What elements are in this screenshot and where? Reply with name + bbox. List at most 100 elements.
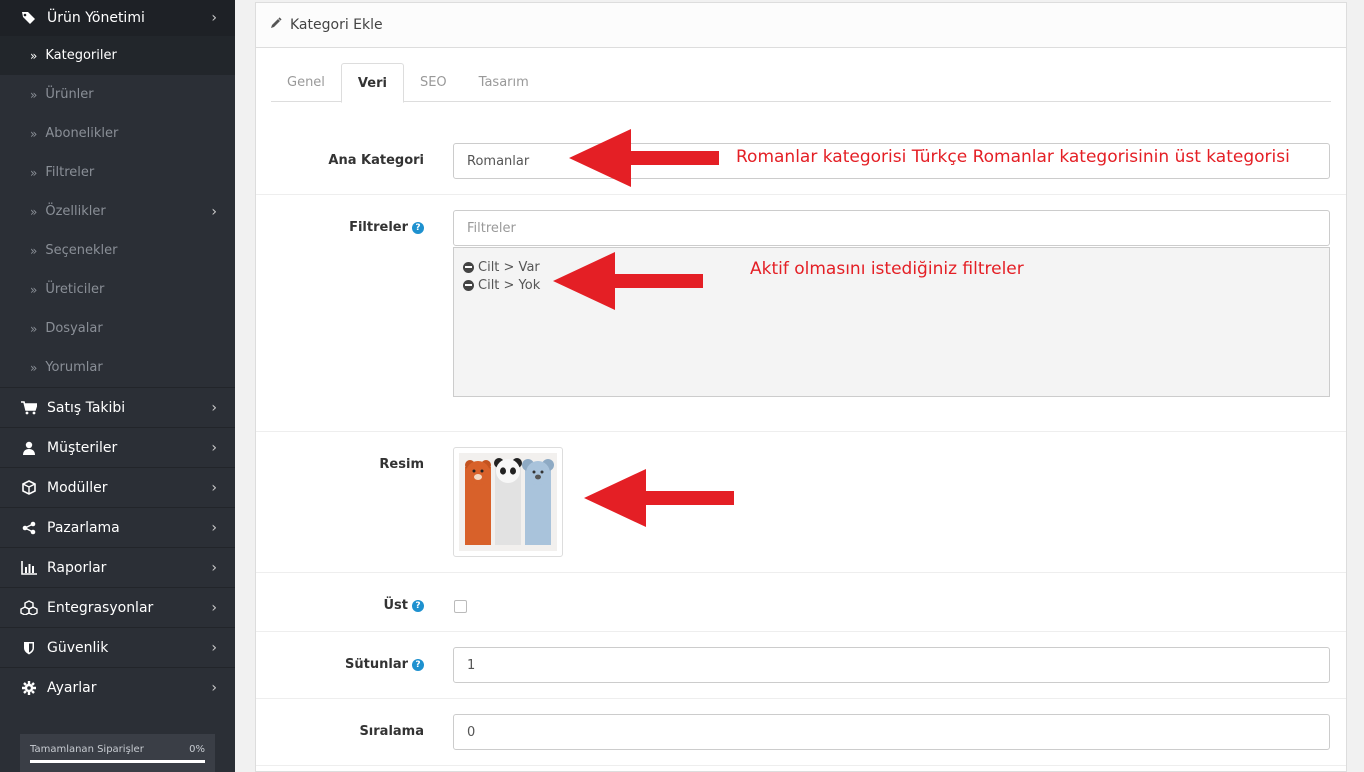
sidebar-item-raporlar[interactable]: Raporlar › xyxy=(0,547,235,587)
sidebar-subitem-filtreler[interactable]: » Filtreler xyxy=(0,153,235,192)
category-image-thumbnail[interactable] xyxy=(453,447,563,557)
double-chevron-icon: » xyxy=(30,126,38,141)
gear-icon xyxy=(20,680,38,696)
cubes-icon xyxy=(20,600,38,616)
divider xyxy=(256,698,1346,699)
chevron-right-icon: › xyxy=(211,203,217,220)
image-label: Resim xyxy=(379,457,424,472)
sidebar-subitem-urunler[interactable]: » Ürünler xyxy=(0,75,235,114)
progress-label: Tamamlanan Siparişler xyxy=(30,744,144,755)
bookmark-animals-image xyxy=(459,453,557,551)
sidebar-subitem-label: Abonelikler xyxy=(45,126,119,141)
double-chevron-icon: » xyxy=(30,204,38,219)
chevron-right-icon: › xyxy=(211,519,217,536)
sidebar-item-label: Ürün Yönetimi xyxy=(47,10,145,26)
sidebar-item-label: Satış Takibi xyxy=(47,399,126,416)
double-chevron-icon: » xyxy=(30,165,38,180)
sidebar-item-pazarlama[interactable]: Pazarlama › xyxy=(0,507,235,547)
divider xyxy=(256,572,1346,573)
sidebar-item-ayarlar[interactable]: Ayarlar › xyxy=(0,667,235,707)
sidebar-subitem-label: Seçenekler xyxy=(45,243,118,258)
pencil-icon xyxy=(270,17,282,33)
chevron-right-icon: › xyxy=(211,559,217,576)
double-chevron-icon: » xyxy=(30,321,38,336)
top-label: Üst? xyxy=(383,598,424,613)
sidebar-item-label: Müşteriler xyxy=(47,439,118,456)
sidebar-subitem-secenekler[interactable]: » Seçenekler xyxy=(0,231,235,270)
sidebar-item-label: Pazarlama xyxy=(47,519,120,536)
divider xyxy=(256,631,1346,632)
chevron-right-icon: › xyxy=(211,599,217,616)
sidebar-subitem-label: Özellikler xyxy=(45,204,106,219)
annotation-arrow xyxy=(584,469,734,527)
sidebar-subitem-label: Üreticiler xyxy=(45,282,105,297)
help-icon[interactable]: ? xyxy=(412,221,424,234)
sidebar-subitem-ureticiler[interactable]: » Üreticiler xyxy=(0,270,235,309)
cube-icon xyxy=(20,480,38,496)
share-icon xyxy=(20,520,38,536)
sidebar-item-label: Raporlar xyxy=(47,559,107,576)
completed-orders-progress: Tamamlanan Siparişler 0% xyxy=(20,734,215,772)
divider xyxy=(256,765,1346,766)
chevron-right-icon: › xyxy=(211,479,217,496)
chevron-right-icon: › xyxy=(211,439,217,456)
panel-title: Kategori Ekle xyxy=(290,17,383,33)
sidebar-item-label: Ayarlar xyxy=(47,679,97,696)
sort-order-input[interactable] xyxy=(453,714,1330,750)
sidebar-item-satis-takibi[interactable]: Satış Takibi › xyxy=(0,387,235,427)
sidebar-item-moduller[interactable]: Modüller › xyxy=(0,467,235,507)
sidebar-subitem-label: Yorumlar xyxy=(45,360,103,375)
category-form-panel: Kategori Ekle Genel Veri SEO Tasarım Ana… xyxy=(255,2,1347,772)
sidebar-item-label: Entegrasyonlar xyxy=(47,599,154,616)
sidebar-subitem-ozellikler[interactable]: » Özellikler › xyxy=(0,192,235,231)
columns-label: Sütunlar? xyxy=(345,657,424,672)
tab-veri[interactable]: Veri xyxy=(340,63,404,103)
double-chevron-icon: » xyxy=(30,282,38,297)
sidebar-subitem-label: Filtreler xyxy=(45,165,95,180)
tab-tasarim[interactable]: Tasarım xyxy=(463,63,545,102)
filters-input[interactable] xyxy=(453,210,1330,246)
divider xyxy=(256,431,1346,432)
panel-heading: Kategori Ekle xyxy=(256,3,1346,48)
annotation-filters-note: Aktif olmasını istediğiniz filtreler xyxy=(750,259,1024,279)
double-chevron-icon: » xyxy=(30,87,38,102)
sidebar: Ürün Yönetimi › » Kategoriler » Ürünler … xyxy=(0,0,235,772)
form-tabs: Genel Veri SEO Tasarım xyxy=(271,63,1331,103)
double-chevron-icon: » xyxy=(30,360,38,375)
sidebar-subitem-dosyalar[interactable]: » Dosyalar xyxy=(0,309,235,348)
tags-icon xyxy=(20,10,38,26)
chevron-right-icon: › xyxy=(211,10,217,26)
chevron-right-icon: › xyxy=(211,399,217,416)
chevron-right-icon: › xyxy=(211,679,217,696)
sidebar-item-entegrasyonlar[interactable]: Entegrasyonlar › xyxy=(0,587,235,627)
annotation-arrow xyxy=(569,129,719,187)
chevron-right-icon: › xyxy=(211,639,217,656)
sidebar-item-urun-yonetimi[interactable]: Ürün Yönetimi › xyxy=(0,0,235,36)
double-chevron-icon: » xyxy=(30,48,38,63)
sidebar-subitem-yorumlar[interactable]: » Yorumlar xyxy=(0,348,235,387)
sidebar-subitem-label: Ürünler xyxy=(45,87,94,102)
progress-bar xyxy=(30,760,205,763)
cart-icon xyxy=(20,400,38,416)
parent-category-label: Ana Kategori xyxy=(328,153,424,168)
sidebar-item-label: Güvenlik xyxy=(47,639,109,656)
bar-chart-icon xyxy=(20,560,38,576)
annotation-parent-note: Romanlar kategorisi Türkçe Romanlar kate… xyxy=(736,147,1290,167)
progress-value: 0% xyxy=(189,744,205,755)
sidebar-item-label: Modüller xyxy=(47,479,108,496)
sidebar-subitem-abonelikler[interactable]: » Abonelikler xyxy=(0,114,235,153)
columns-input[interactable] xyxy=(453,647,1330,683)
top-checkbox[interactable] xyxy=(454,600,467,613)
sidebar-subitem-label: Kategoriler xyxy=(45,48,117,63)
sidebar-subitem-kategoriler[interactable]: » Kategoriler xyxy=(0,36,235,75)
tab-seo[interactable]: SEO xyxy=(404,63,463,102)
help-icon[interactable]: ? xyxy=(412,599,424,612)
remove-circle-icon[interactable] xyxy=(463,279,474,291)
divider xyxy=(256,194,1346,195)
remove-circle-icon[interactable] xyxy=(463,261,474,273)
sidebar-item-guvenlik[interactable]: Güvenlik › xyxy=(0,627,235,667)
help-icon[interactable]: ? xyxy=(412,658,424,671)
sidebar-item-musteriler[interactable]: Müşteriler › xyxy=(0,427,235,467)
filters-label: Filtreler? xyxy=(349,220,424,235)
tab-genel[interactable]: Genel xyxy=(271,63,341,102)
